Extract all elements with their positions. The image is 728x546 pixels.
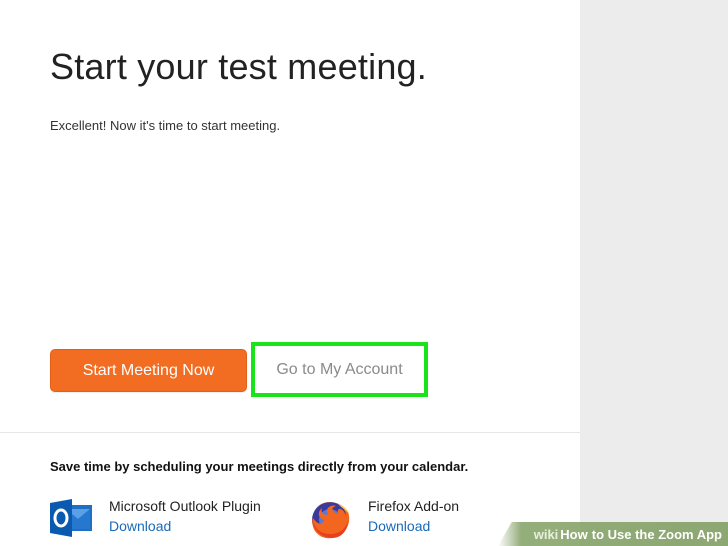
watermark-wiki: wiki	[533, 526, 559, 542]
main-panel: Start your test meeting. Excellent! Now …	[0, 0, 580, 546]
calendar-heading: Save time by scheduling your meetings di…	[50, 459, 469, 474]
side-panel	[580, 0, 728, 546]
plugin-name: Microsoft Outlook Plugin	[109, 498, 261, 514]
start-meeting-button[interactable]: Start Meeting Now	[50, 349, 247, 392]
outlook-icon	[50, 499, 92, 537]
go-to-account-button[interactable]: Go to My Account	[255, 346, 424, 393]
watermark-title: to Use the Zoom App	[591, 526, 722, 542]
wikihow-watermark: wiki How to Use the Zoom App	[498, 522, 728, 546]
page-title: Start your test meeting.	[50, 46, 427, 87]
firefox-download-link[interactable]: Download	[368, 518, 430, 534]
firefox-icon	[312, 502, 350, 539]
section-divider	[0, 432, 580, 433]
outlook-plugin: Microsoft Outlook Plugin Download	[50, 496, 290, 537]
page-subtitle: Excellent! Now it's time to start meetin…	[50, 118, 281, 133]
watermark-how: How	[560, 526, 588, 542]
plugin-name: Firefox Add-on	[368, 498, 460, 514]
outlook-download-link[interactable]: Download	[109, 518, 171, 534]
